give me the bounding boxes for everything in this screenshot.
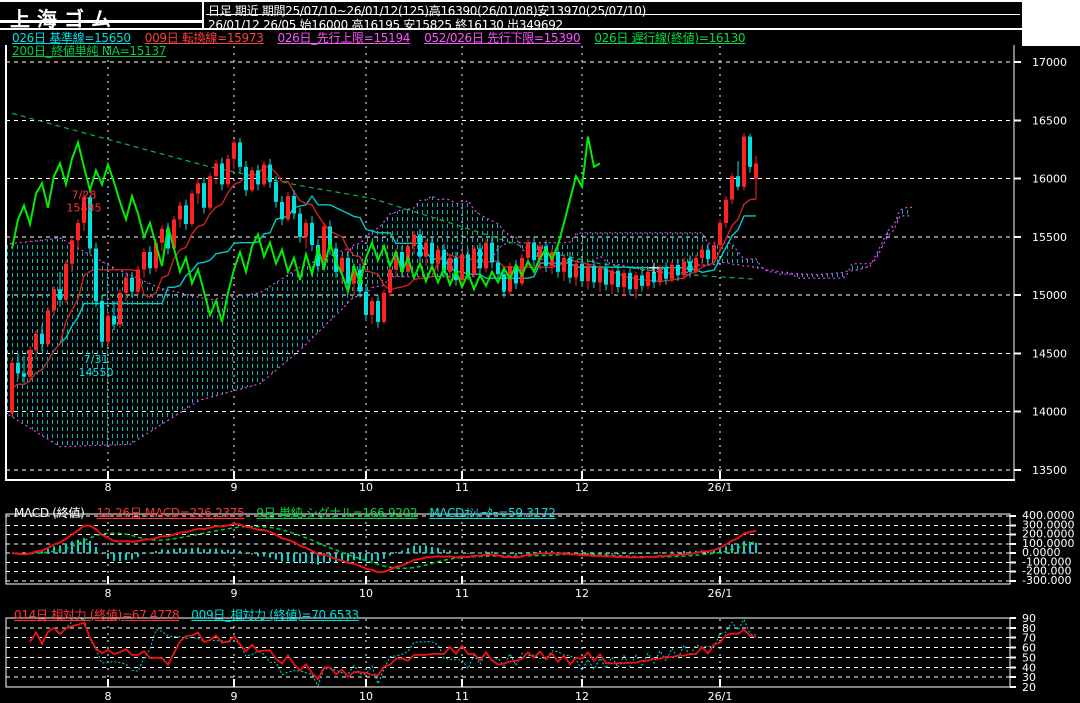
svg-text:26/1: 26/1: [708, 690, 733, 703]
ma200-label[interactable]: 200日_終値単純 MA=15137: [12, 44, 166, 58]
svg-text:10: 10: [359, 481, 373, 494]
low-annotation: 7/31: [84, 353, 109, 366]
rsi9-label[interactable]: 009日_相対力 (終値)=70.6533: [191, 608, 358, 622]
svg-text:26/1: 26/1: [708, 481, 733, 494]
macd-legend-row: MACD (終値) 12-26日 MACD=226.2375 9日 単純 シグナル=…: [14, 504, 568, 521]
svg-text:16000: 16000: [1032, 173, 1067, 186]
svg-text:9: 9: [231, 481, 238, 494]
macd-title[interactable]: MACD (終値): [14, 506, 84, 520]
ma-legend-row: 200日_終値単純 MA=15137: [12, 42, 180, 59]
rsi-legend-row: 014日 相対力 (終値)=67.4778 009日_相対力 (終値)=70.65…: [14, 606, 371, 623]
svg-text:11: 11: [455, 481, 469, 494]
high-annotation: 15885: [67, 201, 102, 214]
svg-text:10: 10: [359, 690, 373, 703]
svg-text:14000: 14000: [1032, 406, 1067, 419]
corner-panel: [1022, 0, 1080, 46]
svg-text:14500: 14500: [1032, 347, 1067, 360]
macd-line: [12, 524, 756, 572]
high-annotation: 7/28: [72, 188, 97, 201]
svg-text:15500: 15500: [1032, 231, 1067, 244]
svg-text:11: 11: [455, 587, 469, 600]
svg-text:-300.000: -300.000: [1022, 574, 1071, 587]
svg-text:8: 8: [105, 690, 112, 703]
rsi9-line: [30, 619, 756, 686]
svg-text:8: 8: [105, 481, 112, 494]
charts-canvas[interactable]: 7/2815885 7/3114550 17000 16500 16000 15500 15…: [0, 0, 1080, 703]
senko-lower-label[interactable]: 052/026日 先行下限=15390: [424, 31, 580, 45]
main-chart: 7/2815885 7/3114550: [0, 113, 912, 446]
svg-text:12: 12: [575, 587, 589, 600]
svg-text:10: 10: [359, 587, 373, 600]
macd-panel: [12, 524, 757, 572]
svg-text:16500: 16500: [1032, 114, 1067, 127]
senko-upper-label[interactable]: 026日_先行上限=15194: [278, 31, 411, 45]
svg-text:12: 12: [575, 690, 589, 703]
macd-signal-label[interactable]: 9日 単純 シグナル=166.9202: [256, 506, 417, 520]
svg-text:9: 9: [231, 690, 238, 703]
title-underline: [0, 20, 202, 23]
chikou-label[interactable]: 026日 遅行線(終値)=16130: [594, 31, 745, 45]
svg-text:20: 20: [1022, 681, 1036, 694]
svg-text:15000: 15000: [1032, 289, 1067, 302]
svg-text:8: 8: [105, 587, 112, 600]
title-divider: [202, 0, 204, 29]
ichimoku-cloud: [0, 196, 912, 447]
rsi14-label[interactable]: 014日 相対力 (終値)=67.4778: [14, 608, 179, 622]
svg-text:12: 12: [575, 481, 589, 494]
macd-osc-label[interactable]: MACDｵｼﾚｰﾀｰ=59.3172: [429, 506, 555, 520]
svg-text:26/1: 26/1: [708, 587, 733, 600]
rsi-panel: [30, 619, 756, 686]
svg-text:9: 9: [231, 587, 238, 600]
low-annotation: 14550: [79, 366, 114, 379]
svg-text:13500: 13500: [1032, 464, 1067, 477]
trading-chart-window: 7/2815885 7/3114550 17000 16500 16000 15500 15…: [0, 0, 1080, 703]
svg-text:11: 11: [455, 690, 469, 703]
header-separator: [206, 14, 1020, 15]
macd-value-label[interactable]: 12-26日 MACD=226.2375: [96, 506, 244, 520]
svg-text:17000: 17000: [1032, 56, 1067, 69]
rsi14-line: [30, 623, 756, 680]
